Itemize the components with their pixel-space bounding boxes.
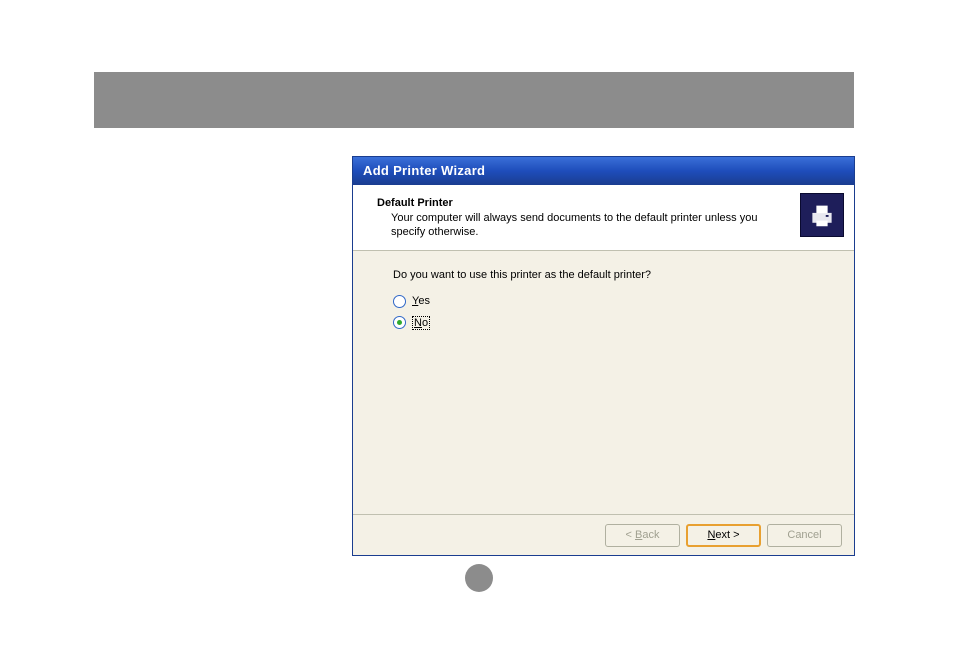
radio-option-yes[interactable]: Yes: [393, 295, 834, 308]
wizard-button-bar: < Back Next > Cancel: [353, 514, 854, 555]
radio-no-label: No: [412, 316, 430, 330]
wizard-header-subtitle: Your computer will always send documents…: [377, 211, 840, 240]
wizard-header-title: Default Printer: [377, 197, 840, 209]
radio-yes-indicator[interactable]: [393, 295, 406, 308]
page-gray-banner: [94, 72, 854, 128]
add-printer-wizard-window: Add Printer Wizard Default Printer Your …: [352, 156, 855, 556]
cancel-button[interactable]: Cancel: [767, 524, 842, 547]
wizard-title-bar: Add Printer Wizard: [353, 157, 854, 185]
page-indicator-dot: [465, 564, 493, 592]
radio-option-no[interactable]: No: [393, 316, 834, 330]
back-button[interactable]: < Back: [605, 524, 680, 547]
radio-yes-label: Yes: [412, 295, 430, 307]
default-printer-question: Do you want to use this printer as the d…: [393, 269, 834, 281]
printer-icon: [800, 193, 844, 237]
wizard-content: Do you want to use this printer as the d…: [353, 251, 854, 514]
wizard-header: Default Printer Your computer will alway…: [353, 185, 854, 251]
radio-no-indicator[interactable]: [393, 316, 406, 329]
next-button[interactable]: Next >: [686, 524, 761, 547]
wizard-title: Add Printer Wizard: [363, 163, 485, 178]
